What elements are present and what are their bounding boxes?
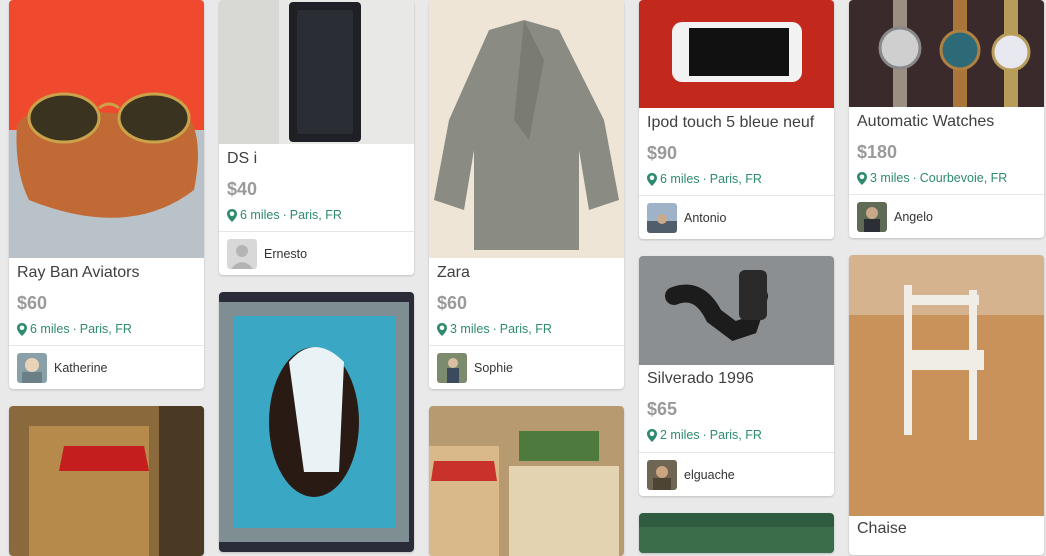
listing-card[interactable]: Zara $60 3 miles · Paris, FR Sophie [429,0,624,389]
sunglasses-photo [9,0,204,258]
listing-location: 6 miles · Paris, FR [227,208,342,222]
listing-location: 3 miles · Courbevoie, FR [857,171,1007,185]
listing-price: $60 [437,293,468,313]
avatar[interactable] [857,202,887,232]
listing-title[interactable]: Chaise [857,520,907,538]
storefront-photo [639,513,834,553]
painting-woman-photo [219,292,414,552]
listing-location: 6 miles · Paris, FR [647,172,762,186]
painting-street-photo [9,406,204,556]
listing-card[interactable]: Ray Ban Aviators $60 6 miles · Paris, FR… [9,0,204,389]
listing-card[interactable] [219,292,414,552]
listing-card[interactable] [429,406,624,556]
listing-location: 3 miles · Paris, FR [437,322,552,336]
seller-row[interactable]: Antonio [639,195,834,239]
city: Paris, FR [709,428,762,442]
seller-row[interactable]: Ernesto [219,231,414,275]
separator: · [72,322,77,336]
listing-price: $180 [857,142,898,162]
city: Courbevoie, FR [919,171,1008,185]
map-pin-icon [857,171,867,185]
listing-price: $90 [647,143,678,163]
avatar[interactable] [437,353,467,383]
seller-row[interactable]: elguache [639,452,834,496]
separator: · [702,428,707,442]
seller-name[interactable]: Angelo [894,210,933,224]
city: Paris, FR [289,208,342,222]
separator: · [912,171,917,185]
listing-price: $40 [227,179,258,199]
listing-title[interactable]: Ray Ban Aviators [17,264,139,282]
seller-name[interactable]: Ernesto [264,247,307,261]
listing-location: 6 miles · Paris, FR [17,322,132,336]
listing-card[interactable] [9,406,204,556]
seller-row[interactable]: Katherine [9,345,204,389]
avatar[interactable] [647,460,677,490]
city: Paris, FR [79,322,132,336]
seller-row[interactable]: Angelo [849,194,1044,238]
listing-title[interactable]: DS i [227,150,257,168]
map-pin-icon [227,208,237,222]
listing-title[interactable]: Ipod touch 5 bleue neuf [647,114,814,132]
distance: 6 miles [30,322,70,336]
listing-title[interactable]: Silverado 1996 [647,370,754,388]
seller-row[interactable]: Sophie [429,345,624,389]
distance: 3 miles [870,171,910,185]
seller-name[interactable]: Katherine [54,361,108,375]
separator: · [282,208,287,222]
seller-name[interactable]: Antonio [684,211,726,225]
seller-name[interactable]: Sophie [474,361,513,375]
listing-card[interactable]: DS i $40 6 miles · Paris, FR Ernesto [219,0,414,275]
listing-location: 2 miles · Paris, FR [647,428,762,442]
distance: 6 miles [660,172,700,186]
seller-name[interactable]: elguache [684,468,735,482]
avatar[interactable] [17,353,47,383]
map-pin-icon [647,428,657,442]
distance: 2 miles [660,428,700,442]
listing-card[interactable]: Ipod touch 5 bleue neuf $90 6 miles · Pa… [639,0,834,239]
listing-price: $65 [647,399,678,419]
listing-title[interactable]: Zara [437,264,470,282]
listing-card[interactable]: Automatic Watches $180 3 miles · Courbev… [849,0,1044,238]
avatar[interactable] [647,203,677,233]
city: Paris, FR [709,172,762,186]
painting-cafe-photo [429,406,624,556]
watches-photo [849,0,1044,107]
map-pin-icon [647,172,657,186]
listing-card[interactable]: Chaise [849,255,1044,555]
map-pin-icon [437,322,447,336]
listing-card[interactable] [639,513,834,553]
listing-card[interactable]: Silverado 1996 $65 2 miles · Paris, FR e… [639,256,834,496]
nintendo-ds-photo [219,0,414,144]
listing-title[interactable]: Automatic Watches [857,113,994,131]
ipod-photo [639,0,834,108]
coat-photo [429,0,624,258]
listing-price: $60 [17,293,48,313]
city: Paris, FR [499,322,552,336]
chair-photo [849,255,1044,516]
avatar[interactable] [227,239,257,269]
distance: 3 miles [450,322,490,336]
air-intake-photo [639,256,834,365]
separator: · [702,172,707,186]
map-pin-icon [17,322,27,336]
distance: 6 miles [240,208,280,222]
separator: · [492,322,497,336]
